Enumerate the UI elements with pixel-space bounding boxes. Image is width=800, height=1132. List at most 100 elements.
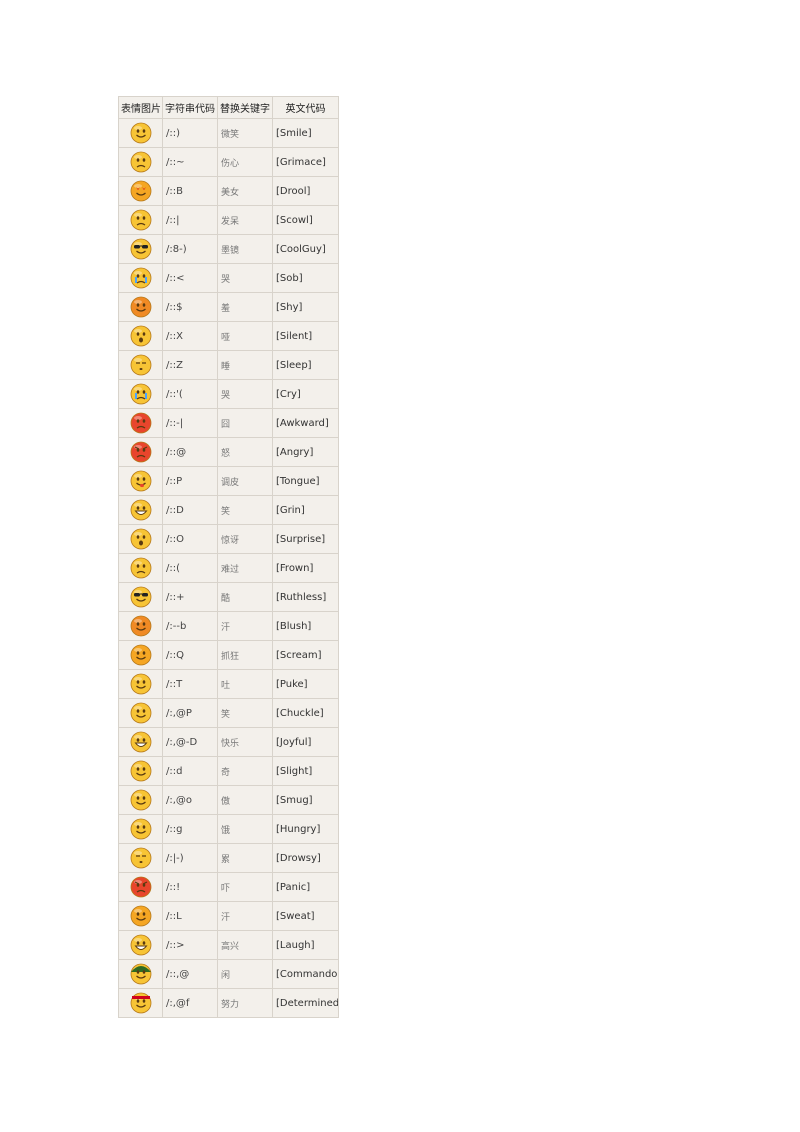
keyword-cell: 汗 [217, 901, 273, 931]
emoji-image-cell [118, 147, 163, 177]
keyword-cell: 吐 [217, 669, 273, 699]
keyword-cell: 奇 [217, 756, 273, 786]
keyword-cell: 高兴 [217, 930, 273, 960]
string-code-cell: /::( [162, 553, 218, 583]
english-code-cell: [Smug] [272, 785, 339, 815]
scream-icon [130, 644, 152, 666]
english-code-cell: [Determined] [272, 988, 339, 1018]
keyword-cell: 累 [217, 843, 273, 873]
string-code-cell: /::> [162, 930, 218, 960]
emoji-image-cell [118, 292, 163, 322]
keyword-cell: 哭 [217, 263, 273, 293]
hungry-icon [130, 818, 152, 840]
string-code-cell: /::O [162, 524, 218, 554]
table-header-row: 表情图片 字符串代码 替换关键字 英文代码 [118, 96, 339, 119]
table-row: /::Q 抓狂 [Scream] [118, 640, 339, 670]
emoji-image-cell [118, 176, 163, 206]
string-code-cell: /:--b [162, 611, 218, 641]
emoji-image-cell [118, 640, 163, 670]
emoji-image-cell [118, 582, 163, 612]
string-code-cell: /::< [162, 263, 218, 293]
keyword-cell: 难过 [217, 553, 273, 583]
army-helmet-icon [130, 963, 152, 985]
headband-icon [130, 992, 152, 1014]
table-row: /::-| 囧 [Awkward] [118, 408, 339, 438]
english-code-cell: [CoolGuy] [272, 234, 339, 264]
emoji-image-cell [118, 495, 163, 525]
string-code-cell: /:8-) [162, 234, 218, 264]
header-keyword: 替换关键字 [217, 96, 273, 119]
string-code-cell: /::) [162, 118, 218, 148]
frown-icon [130, 557, 152, 579]
slight-icon [130, 760, 152, 782]
emoji-image-cell [118, 698, 163, 728]
keyword-cell: 怒 [217, 437, 273, 467]
keyword-cell: 笑 [217, 495, 273, 525]
string-code-cell: /::$ [162, 292, 218, 322]
table-row: /::Z 睡 [Sleep] [118, 350, 339, 380]
emoji-image-cell [118, 553, 163, 583]
string-code-cell: /::+ [162, 582, 218, 612]
table-row: /::B 美女 [Drool] [118, 176, 339, 206]
string-code-cell: /::T [162, 669, 218, 699]
keyword-cell: 美女 [217, 176, 273, 206]
emoji-image-cell [118, 321, 163, 351]
english-code-cell: [Sob] [272, 263, 339, 293]
smug-icon [130, 789, 152, 811]
emoji-image-cell [118, 234, 163, 264]
keyword-cell: 伤心 [217, 147, 273, 177]
emoji-image-cell [118, 524, 163, 554]
emoji-image-cell [118, 727, 163, 757]
sunglasses-icon [130, 238, 152, 260]
header-image: 表情图片 [118, 96, 163, 119]
english-code-cell: [Drowsy] [272, 843, 339, 873]
emoji-image-cell [118, 611, 163, 641]
emoji-image-cell [118, 843, 163, 873]
string-code-cell: /::~ [162, 147, 218, 177]
tongue-icon [130, 470, 152, 492]
table-row: /::) 微笑 [Smile] [118, 118, 339, 148]
table-row: /:,@-D 快乐 [Joyful] [118, 727, 339, 757]
emoji-image-cell [118, 466, 163, 496]
english-code-cell: [Joyful] [272, 727, 339, 757]
keyword-cell: 汗 [217, 611, 273, 641]
keyword-cell: 哭 [217, 379, 273, 409]
keyword-cell: 吓 [217, 872, 273, 902]
keyword-cell: 惊讶 [217, 524, 273, 554]
table-row: /::> 高兴 [Laugh] [118, 930, 339, 960]
silent-icon [130, 325, 152, 347]
string-code-cell: /:,@f [162, 988, 218, 1018]
laugh-icon [130, 934, 152, 956]
table-row: /::T 吐 [Puke] [118, 669, 339, 699]
emoji-image-cell [118, 988, 163, 1018]
english-code-cell: [Scowl] [272, 205, 339, 235]
table-row: /:,@o 傲 [Smug] [118, 785, 339, 815]
emoji-image-cell [118, 930, 163, 960]
string-code-cell: /::D [162, 495, 218, 525]
table-row: /::~ 伤心 [Grimace] [118, 147, 339, 177]
chuckle-icon [130, 702, 152, 724]
string-code-cell: /:|-) [162, 843, 218, 873]
english-code-cell: [Laugh] [272, 930, 339, 960]
header-string-code: 字符串代码 [162, 96, 218, 119]
sweat-icon [130, 905, 152, 927]
emoji-image-cell [118, 669, 163, 699]
string-code-cell: /::| [162, 205, 218, 235]
english-code-cell: [Chuckle] [272, 698, 339, 728]
table-row: /::< 哭 [Sob] [118, 263, 339, 293]
table-row: /::L 汗 [Sweat] [118, 901, 339, 931]
grimace-icon [130, 151, 152, 173]
english-code-cell: [Drool] [272, 176, 339, 206]
english-code-cell: [Tongue] [272, 466, 339, 496]
angry-icon [130, 441, 152, 463]
stare-icon [130, 209, 152, 231]
shades-icon [130, 586, 152, 608]
string-code-cell: /::g [162, 814, 218, 844]
puke-icon [130, 673, 152, 695]
table-row: /::d 奇 [Slight] [118, 756, 339, 786]
english-code-cell: [Slight] [272, 756, 339, 786]
keyword-cell: 睡 [217, 350, 273, 380]
keyword-cell: 微笑 [217, 118, 273, 148]
keyword-cell: 努力 [217, 988, 273, 1018]
english-code-cell: [Cry] [272, 379, 339, 409]
